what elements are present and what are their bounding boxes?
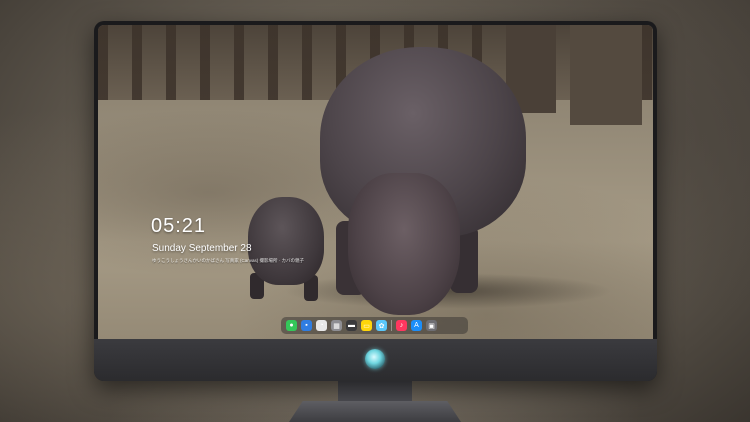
wallpaper-caption: ゆうこうしょうさんかいのかばさん 写真家 (Canvas) 撮影場所 · カバの… [152,258,305,263]
clock-icon[interactable]: ◔ [316,320,327,331]
brand-logo-icon [365,349,385,369]
adult-hippo-head [348,173,460,315]
messages-icon[interactable]: ● [286,320,297,331]
imac-monitor: 05:21 Sunday September 28 ゆうこうしょうさんかいのかば… [94,21,657,381]
lock-screen-time: 05:21 [151,215,207,237]
monitor-stand-base [289,401,461,422]
baby-hippo [248,197,324,285]
music-icon[interactable]: ♪ [396,320,407,331]
dock: ● ▪ ◔ ▦ ▬ ▭ ✿ ♪ A ▣ [281,317,468,334]
trash-icon[interactable]: ▣ [426,320,437,331]
launchpad-icon[interactable]: ▦ [331,320,342,331]
clapper-icon[interactable]: ▬ [346,320,357,331]
lock-screen: 05:21 Sunday September 28 ゆうこうしょうさんかいのかば… [98,25,653,339]
wallpaper-tree [570,25,642,125]
lock-screen-date: Sunday September 28 [152,243,252,254]
notes-icon[interactable]: ▭ [361,320,372,331]
monitor-stand-neck [338,381,412,403]
photos-icon[interactable]: ✿ [376,320,387,331]
app-store-icon[interactable]: A [411,320,422,331]
monitor-chin [94,339,657,381]
finder-icon[interactable]: ▪ [301,320,312,331]
dock-separator [391,320,392,331]
